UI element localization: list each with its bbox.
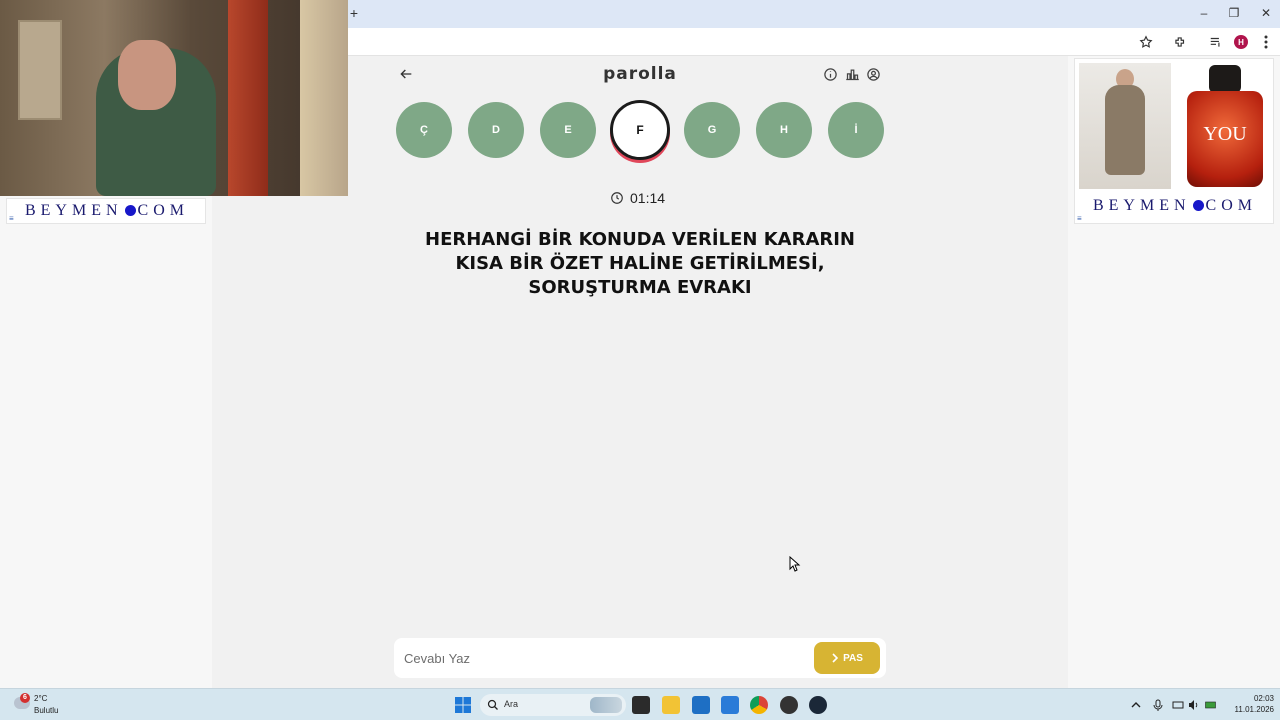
letter-i-dotted[interactable]: İ (828, 102, 884, 158)
extensions-icon[interactable] (1172, 34, 1188, 50)
ad-choices-icon[interactable]: ≡ (9, 214, 14, 223)
chrome-icon[interactable] (750, 696, 768, 714)
left-ad-banner[interactable]: BEYMEN COM ≡ (6, 198, 206, 224)
battery-icon[interactable] (1205, 698, 1217, 710)
webcam-door (18, 20, 62, 120)
letter-e[interactable]: E (540, 102, 596, 158)
microphone-icon[interactable] (1152, 698, 1164, 711)
weather-desc: Bulutlu (34, 706, 59, 715)
pass-button[interactable]: PAS (814, 642, 880, 674)
answer-input[interactable] (404, 648, 804, 668)
volume-icon[interactable] (1188, 698, 1200, 710)
timer-value: 01:14 (630, 190, 666, 206)
tray-chevron-up-icon[interactable] (1130, 698, 1142, 710)
right-ad-column: YOU BEYMEN COM ≡ (1068, 56, 1280, 688)
outlook-icon[interactable] (721, 696, 739, 714)
taskbar-search[interactable]: Ara (480, 694, 626, 716)
search-highlight-image (590, 697, 622, 713)
right-ad-banner[interactable]: YOU BEYMEN COM ≡ (1074, 58, 1274, 224)
media-playlist-icon[interactable] (1208, 34, 1224, 50)
taskbar-clock[interactable]: 02:03 11.01.2026 (1222, 693, 1274, 715)
chevron-right-icon (832, 653, 839, 663)
letter-g[interactable]: G (684, 102, 740, 158)
perfume-product-image[interactable]: YOU (1179, 63, 1271, 189)
search-label: Ara (504, 699, 519, 709)
perfume-label: YOU (1203, 123, 1247, 145)
back-arrow-icon[interactable] (398, 66, 414, 82)
clock-icon (611, 192, 623, 204)
new-tab-button[interactable]: + (348, 5, 360, 21)
weather-badge: 6 (20, 693, 30, 703)
obs-icon[interactable] (780, 696, 798, 714)
network-icon[interactable] (1172, 698, 1184, 710)
clock-date: 11.01.2026 (1234, 705, 1274, 714)
browser-toolbar: H (348, 28, 1280, 56)
steam-icon[interactable] (809, 696, 827, 714)
pass-label: PAS (843, 652, 863, 664)
ad-choices-icon[interactable]: ≡ (1077, 214, 1082, 223)
letter-c-cedilla[interactable]: Ç (396, 102, 452, 158)
brand-dot-icon (1192, 200, 1204, 211)
task-view-icon[interactable] (632, 696, 650, 714)
stats-icon[interactable] (845, 67, 861, 83)
store-icon[interactable] (692, 696, 710, 714)
bookmark-star-icon[interactable] (1138, 34, 1154, 50)
start-button-windows-icon[interactable] (454, 696, 472, 714)
beymen-logo: BEYMEN COM (24, 202, 189, 219)
profile-avatar[interactable]: H (1233, 34, 1249, 50)
close-button[interactable]: ✕ (1258, 6, 1274, 20)
weather-temp: 2°C (34, 694, 48, 703)
parolla-logo: parolla (603, 64, 677, 84)
webcam-overlay (0, 0, 348, 196)
letter-f-active[interactable]: F (610, 100, 670, 160)
question-text: HERHANGİ BİR KONUDA VERİLEN KARARIN KISA… (425, 229, 855, 298)
answer-bar: PAS (394, 638, 886, 678)
windows-taskbar: 6 2°C Bulutlu Ara 02:03 11.01.2026 (0, 688, 1280, 720)
user-profile-icon[interactable] (866, 67, 882, 83)
letter-h[interactable]: H (756, 102, 812, 158)
file-explorer-icon[interactable] (662, 696, 680, 714)
profile-initial: H (1234, 35, 1248, 49)
webcam-curtain-light (300, 0, 348, 196)
webcam-curtain (228, 0, 268, 196)
browser-menu-icon[interactable] (1258, 34, 1274, 50)
maximize-button[interactable]: ❐ (1226, 6, 1242, 20)
weather-widget[interactable]: 6 2°C Bulutlu (14, 693, 74, 717)
coat-product-image[interactable] (1079, 63, 1171, 189)
timer: 01:14 (610, 190, 674, 206)
search-icon (487, 699, 498, 710)
coat-shape (1105, 85, 1145, 175)
beymen-logo-right: BEYMEN COM (1092, 197, 1257, 214)
minimize-button[interactable]: – (1196, 6, 1212, 20)
letter-d[interactable]: D (468, 102, 524, 158)
clock-time: 02:03 (1253, 694, 1274, 703)
mouse-cursor-icon (789, 555, 801, 572)
perfume-cap (1209, 65, 1241, 93)
info-icon[interactable] (823, 67, 839, 83)
brand-dot-icon (124, 205, 136, 216)
webcam-head (118, 40, 176, 110)
